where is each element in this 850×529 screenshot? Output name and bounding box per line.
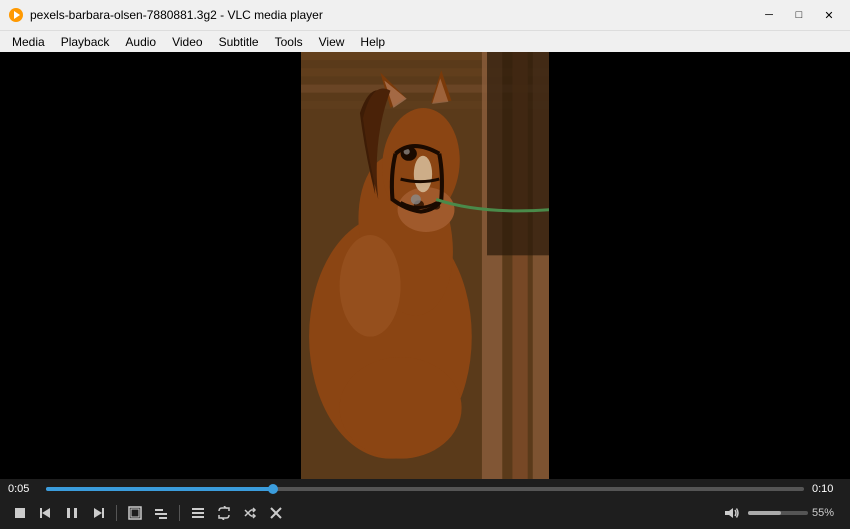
menu-help[interactable]: Help [352, 31, 393, 52]
window-controls: ─ □ ✕ [756, 5, 842, 25]
playlist-button[interactable] [186, 501, 210, 525]
maximize-button[interactable]: □ [786, 5, 812, 25]
volume-fill [748, 511, 781, 515]
menu-view[interactable]: View [311, 31, 353, 52]
extended-settings-button[interactable] [149, 501, 173, 525]
loop-button[interactable] [212, 501, 236, 525]
menu-media[interactable]: Media [4, 31, 53, 52]
menu-audio[interactable]: Audio [117, 31, 164, 52]
video-frame [301, 52, 549, 479]
menu-video[interactable]: Video [164, 31, 210, 52]
menu-playback[interactable]: Playback [53, 31, 118, 52]
total-time: 0:10 [812, 483, 842, 495]
progress-fill [46, 487, 273, 491]
volume-track[interactable] [748, 511, 808, 515]
volume-area: 55% [720, 501, 842, 525]
menu-tools[interactable]: Tools [267, 31, 311, 52]
shuffle-button[interactable] [238, 501, 262, 525]
separator-2 [179, 505, 180, 521]
current-time: 0:05 [8, 483, 38, 495]
window-title: pexels-barbara-olsen-7880881.3g2 - VLC m… [30, 8, 756, 22]
next-button[interactable] [86, 501, 110, 525]
fullscreen-button[interactable] [123, 501, 147, 525]
controls-row: 55% [8, 501, 842, 525]
progress-track[interactable] [46, 487, 804, 491]
minimize-button[interactable]: ─ [756, 5, 782, 25]
video-area [0, 52, 850, 479]
close-button[interactable]: ✕ [816, 5, 842, 25]
play-pause-button[interactable] [60, 501, 84, 525]
progress-handle[interactable] [268, 484, 278, 494]
volume-icon[interactable] [720, 501, 744, 525]
app-icon [8, 7, 24, 23]
menubar: Media Playback Audio Video Subtitle Tool… [0, 30, 850, 52]
video-content [0, 52, 850, 479]
controls-area: 0:05 0:10 [0, 479, 850, 529]
snapshot-button[interactable] [264, 501, 288, 525]
stop-button[interactable] [8, 501, 32, 525]
titlebar: pexels-barbara-olsen-7880881.3g2 - VLC m… [0, 0, 850, 30]
prev-button[interactable] [34, 501, 58, 525]
separator-1 [116, 505, 117, 521]
volume-label: 55% [812, 507, 842, 519]
progress-bar-container: 0:05 0:10 [8, 483, 842, 495]
menu-subtitle[interactable]: Subtitle [211, 31, 267, 52]
